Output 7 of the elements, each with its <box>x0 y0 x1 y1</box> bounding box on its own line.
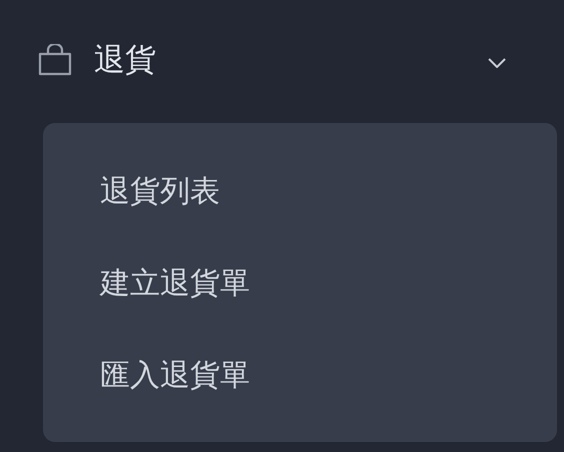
chevron-icon <box>488 58 506 68</box>
submenu-item[interactable]: 建立退貨單 <box>43 238 250 330</box>
menu-group-header[interactable]: 退貨 <box>0 38 564 82</box>
menu-group-label: 退貨 <box>94 41 157 80</box>
submenu-item[interactable]: 匯入退貨單 <box>43 330 250 422</box>
shopping-bag-icon <box>38 44 72 76</box>
submenu-item[interactable]: 退貨列表 <box>43 146 220 238</box>
